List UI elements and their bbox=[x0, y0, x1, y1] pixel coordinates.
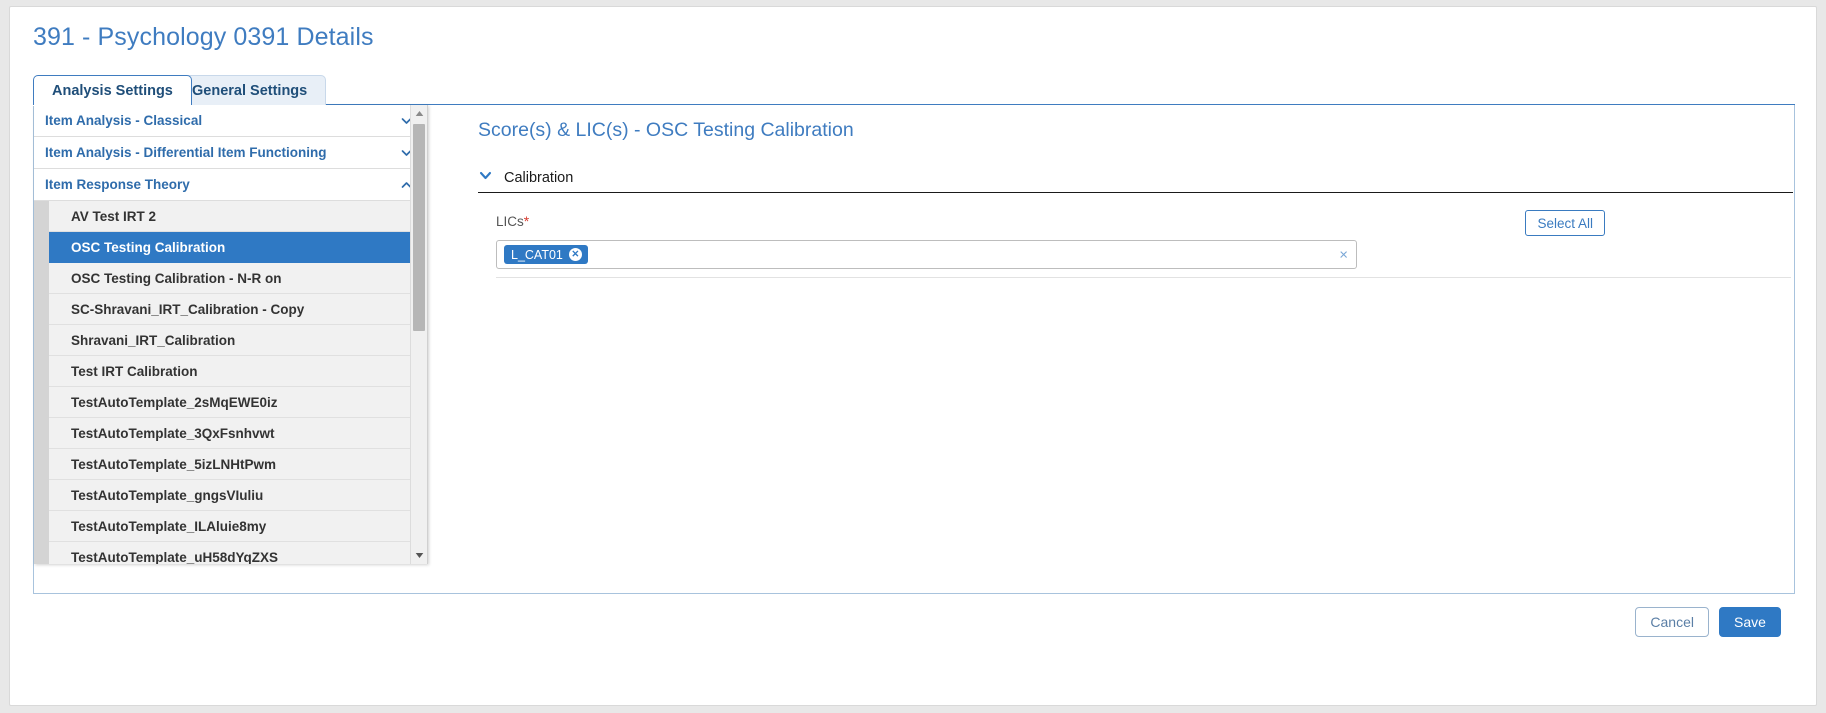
list-item-label: TestAutoTemplate_2sMqEWE0iz bbox=[71, 394, 278, 410]
list-item[interactable]: TestAutoTemplate_uH58dYqZXS bbox=[49, 542, 427, 564]
list-item-label: TestAutoTemplate_uH58dYqZXS bbox=[71, 549, 279, 565]
lics-multiselect-input[interactable]: L_CAT01 ✕ × bbox=[496, 240, 1357, 269]
scroll-down-arrow-icon[interactable] bbox=[411, 547, 427, 564]
sidebar-scrollbar[interactable] bbox=[410, 105, 427, 564]
scroll-up-arrow-icon[interactable] bbox=[411, 105, 427, 122]
required-marker: * bbox=[523, 213, 530, 229]
chip-remove-icon[interactable]: ✕ bbox=[568, 248, 582, 261]
lics-chip[interactable]: L_CAT01 ✕ bbox=[504, 245, 588, 264]
settings-content: Score(s) & LIC(s) - OSC Testing Calibrat… bbox=[429, 105, 1794, 593]
cancel-button-label: Cancel bbox=[1650, 614, 1694, 630]
field-divider bbox=[496, 277, 1791, 278]
page-title: 391 - Psychology 0391 Details bbox=[33, 23, 374, 51]
list-item[interactable]: OSC Testing Calibration - N-R on bbox=[49, 263, 427, 294]
page-card: 391 - Psychology 0391 Details Analysis S… bbox=[9, 6, 1817, 706]
tab-general-settings-label: General Settings bbox=[192, 82, 308, 99]
cancel-button[interactable]: Cancel bbox=[1635, 607, 1709, 637]
list-item[interactable]: TestAutoTemplate_5izLNHtPwm bbox=[49, 449, 427, 480]
accordion-item-analysis-dif[interactable]: Item Analysis - Differential Item Functi… bbox=[34, 137, 427, 169]
list-item-label: Test IRT Calibration bbox=[71, 363, 198, 379]
list-item[interactable]: TestAutoTemplate_ILAluie8my bbox=[49, 511, 427, 542]
tab-general-settings[interactable]: General Settings bbox=[173, 75, 327, 105]
tab-analysis-settings[interactable]: Analysis Settings bbox=[33, 75, 192, 105]
list-item[interactable]: TestAutoTemplate_gngsVIuliu bbox=[49, 480, 427, 511]
list-item-label: Shravani_IRT_Calibration bbox=[71, 332, 236, 348]
accordion-item-response-theory[interactable]: Item Response Theory bbox=[34, 169, 427, 201]
list-item-label: TestAutoTemplate_5izLNHtPwm bbox=[71, 456, 277, 472]
section-header-label: Calibration bbox=[504, 169, 574, 186]
select-all-label: Select All bbox=[1537, 215, 1593, 231]
accordion-item-analysis-classical-label: Item Analysis - Classical bbox=[45, 113, 203, 128]
list-item[interactable]: SC-Shravani_IRT_Calibration - Copy bbox=[49, 294, 427, 325]
scrollbar-thumb[interactable] bbox=[413, 124, 425, 331]
list-item[interactable]: TestAutoTemplate_2sMqEWE0iz bbox=[49, 387, 427, 418]
save-button[interactable]: Save bbox=[1719, 607, 1781, 637]
list-item[interactable]: Test IRT Calibration bbox=[49, 356, 427, 387]
list-item[interactable]: AV Test IRT 2 bbox=[49, 201, 427, 232]
list-item[interactable]: OSC Testing Calibration bbox=[49, 232, 427, 263]
select-all-button[interactable]: Select All bbox=[1525, 210, 1605, 236]
tab-analysis-settings-label: Analysis Settings bbox=[52, 82, 173, 99]
clear-selection-icon[interactable]: × bbox=[1339, 247, 1348, 262]
accordion-item-analysis-classical[interactable]: Item Analysis - Classical bbox=[34, 105, 427, 137]
accordion-item-analysis-dif-label: Item Analysis - Differential Item Functi… bbox=[45, 145, 327, 160]
analysis-type-sidebar: Item Analysis - Classical Item Analysis … bbox=[34, 105, 428, 564]
list-item-label: TestAutoTemplate_3QxFsnhvwt bbox=[71, 425, 275, 441]
save-button-label: Save bbox=[1734, 614, 1766, 630]
accordion-item-response-theory-label: Item Response Theory bbox=[45, 177, 190, 192]
section-header-calibration[interactable]: Calibration bbox=[478, 163, 1793, 193]
list-item[interactable]: TestAutoTemplate_3QxFsnhvwt bbox=[49, 418, 427, 449]
list-item-label: OSC Testing Calibration - N-R on bbox=[71, 270, 282, 286]
form-footer: Cancel Save bbox=[33, 594, 1793, 650]
list-item-label: AV Test IRT 2 bbox=[71, 208, 157, 224]
list-item-label: TestAutoTemplate_gngsVIuliu bbox=[71, 487, 264, 503]
template-list[interactable]: AV Test IRT 2 OSC Testing Calibration OS… bbox=[34, 201, 427, 564]
content-title: Score(s) & LIC(s) - OSC Testing Calibrat… bbox=[478, 119, 854, 141]
list-item-label: SC-Shravani_IRT_Calibration - Copy bbox=[71, 301, 305, 317]
settings-panel: Item Analysis - Classical Item Analysis … bbox=[33, 105, 1795, 594]
tab-strip: Analysis Settings General Settings bbox=[33, 75, 1795, 105]
list-item[interactable]: Shravani_IRT_Calibration bbox=[49, 325, 427, 356]
list-item-label: OSC Testing Calibration bbox=[71, 239, 226, 255]
chevron-down-icon bbox=[478, 168, 493, 188]
lics-chip-label: L_CAT01 bbox=[511, 247, 563, 262]
lics-label-text: LICs bbox=[496, 214, 524, 229]
list-item-label: TestAutoTemplate_ILAluie8my bbox=[71, 518, 267, 534]
